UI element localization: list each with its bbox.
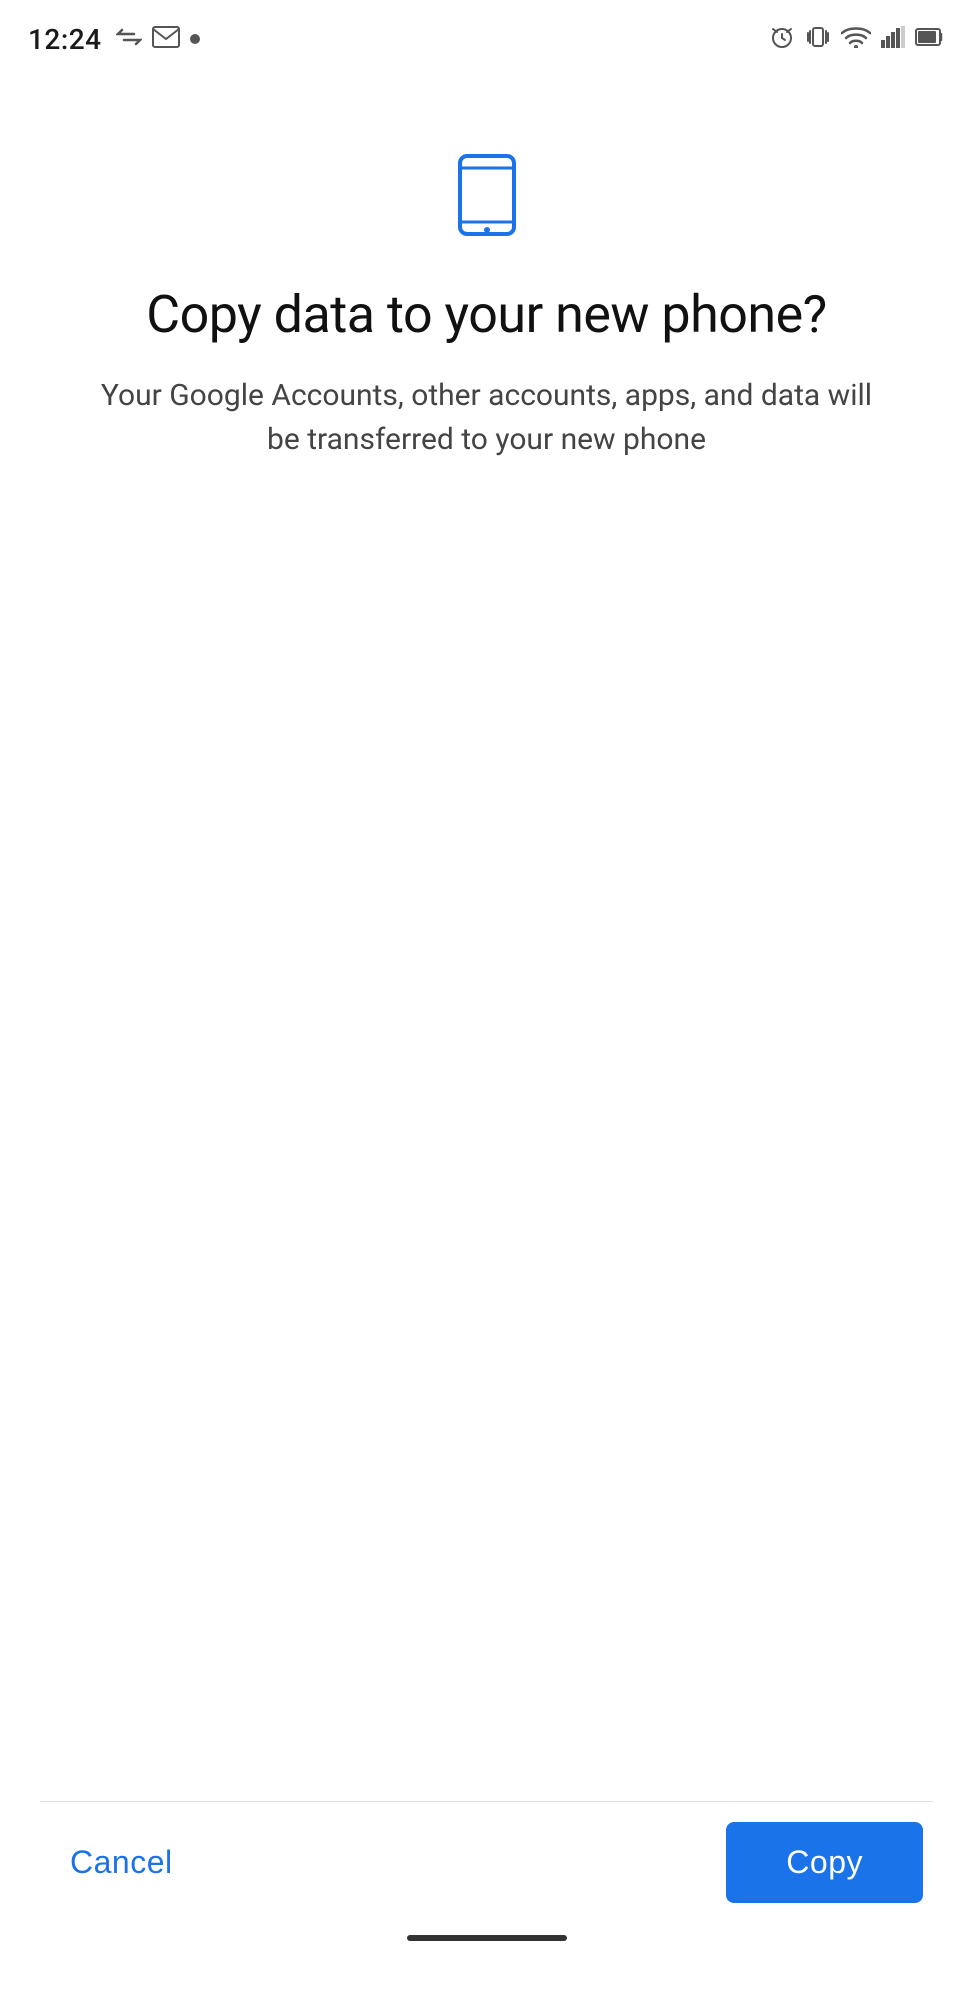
status-bar: 12:24	[0, 0, 973, 70]
main-content: Copy data to your new phone? Your Google…	[0, 70, 973, 1801]
phone-icon	[442, 225, 532, 244]
status-bar-left: 12:24	[28, 23, 200, 56]
page-title: Copy data to your new phone?	[146, 284, 826, 346]
signal-icon	[881, 26, 905, 52]
status-time: 12:24	[28, 23, 102, 56]
wifi-icon	[841, 26, 871, 52]
vibrate-icon	[805, 24, 831, 54]
page-subtitle: Your Google Accounts, other accounts, ap…	[97, 374, 877, 461]
status-bar-right	[769, 24, 945, 54]
phone-icon-wrapper	[442, 150, 532, 244]
arrow-transfer-icon	[116, 26, 142, 52]
battery-icon	[915, 26, 945, 52]
alarm-icon	[769, 24, 795, 54]
home-indicator	[40, 1923, 933, 1949]
gmail-icon	[152, 26, 180, 52]
cancel-button[interactable]: Cancel	[50, 1826, 193, 1899]
home-bar	[407, 1935, 567, 1941]
status-icons-left	[116, 26, 200, 52]
bottom-area: Cancel Copy	[0, 1801, 973, 1999]
button-row: Cancel Copy	[40, 1801, 933, 1923]
dot-icon	[190, 34, 200, 44]
copy-button[interactable]: Copy	[726, 1822, 923, 1903]
